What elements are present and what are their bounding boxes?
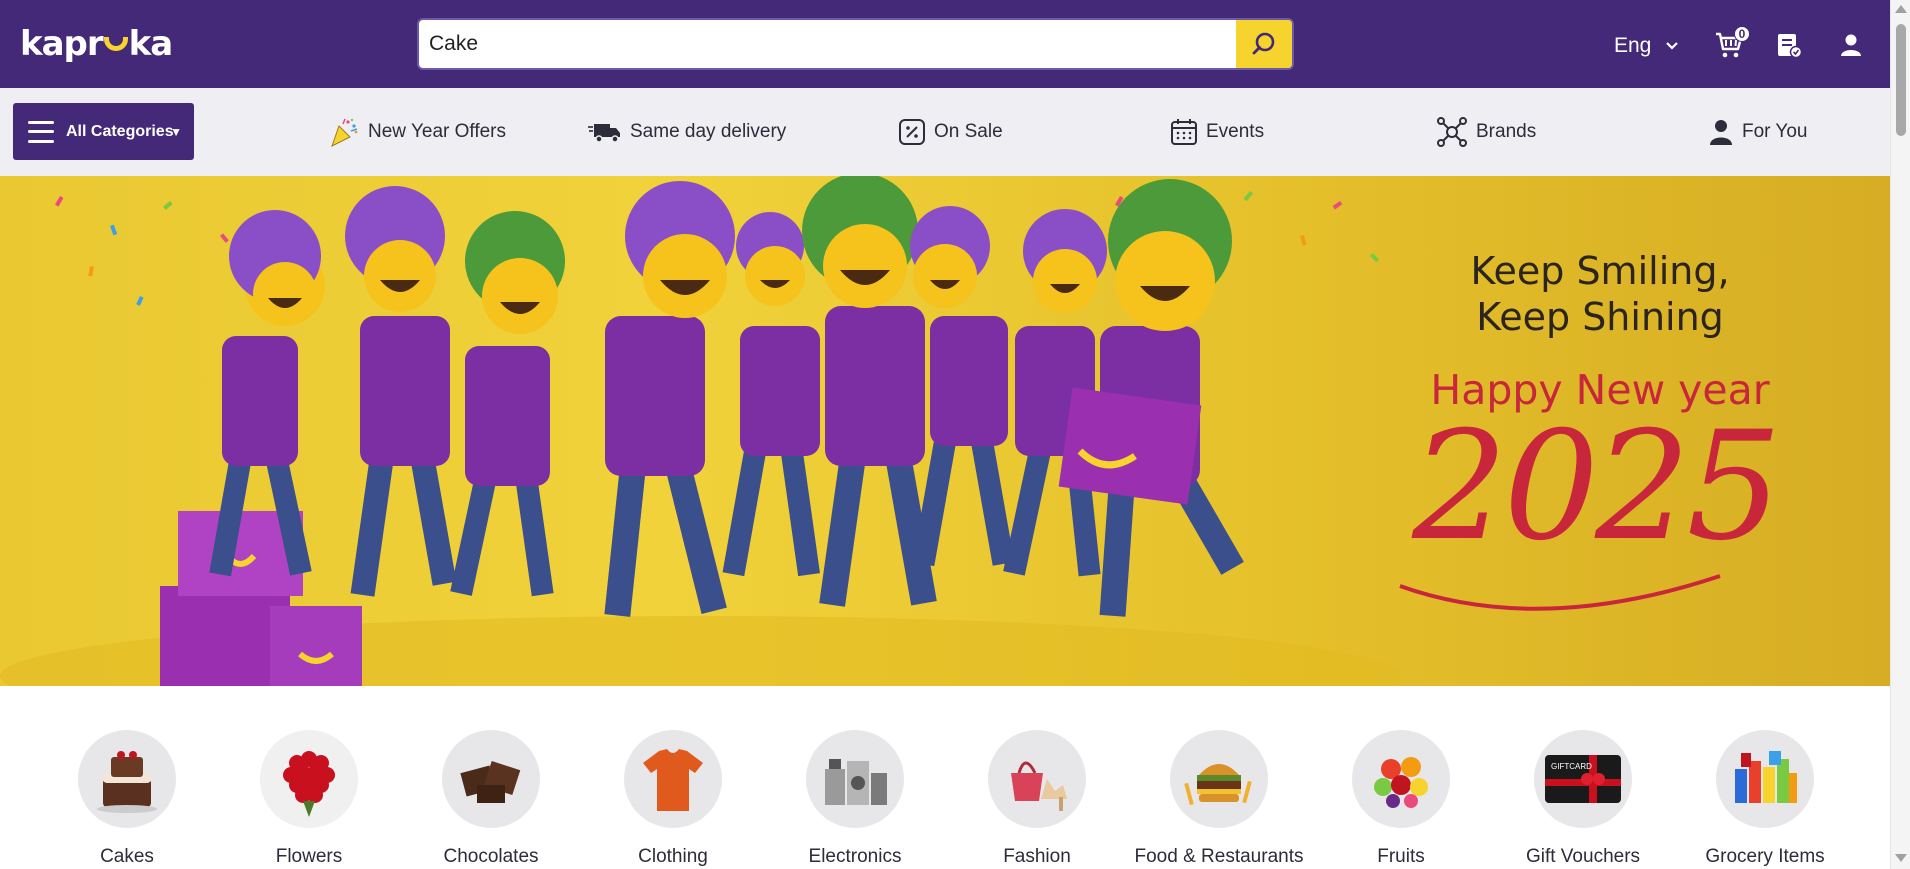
language-selector[interactable]: Eng: [1614, 34, 1679, 58]
account-button[interactable]: [1836, 30, 1866, 60]
category-electronics[interactable]: Electronics: [764, 730, 946, 869]
menu-icon: [28, 120, 54, 143]
category-label: Flowers: [275, 846, 343, 867]
appliances-icon: [806, 730, 904, 828]
cart-count-badge: 0: [1734, 26, 1750, 42]
caret-down-icon: ▼: [170, 125, 182, 139]
scroll-up-arrow-icon[interactable]: [1895, 5, 1907, 13]
nav-for-you[interactable]: For You: [1708, 116, 1808, 148]
top-header: kaprka Eng 0: [0, 0, 1890, 88]
nav-label: For You: [1742, 121, 1808, 142]
logo-smile-icon: [103, 37, 128, 51]
search-icon: [1252, 32, 1275, 55]
order-list-icon: [1778, 34, 1803, 59]
category-fashion[interactable]: Fashion: [946, 730, 1128, 869]
party-popper-icon: [331, 118, 358, 147]
network-icon: [1437, 117, 1467, 147]
gift-card-text: GIFTCARD: [1551, 762, 1592, 771]
nav-label: Brands: [1476, 121, 1537, 142]
calendar-icon: [1171, 119, 1197, 145]
page-scrollbar[interactable]: [1890, 0, 1910, 869]
nav-same-day-delivery[interactable]: Same day delivery: [588, 116, 786, 148]
category-label: Electronics: [808, 846, 902, 867]
banner-line-2: Keep Shining: [1476, 295, 1724, 339]
logo-text-right: ka: [128, 24, 174, 64]
cake-icon: [78, 730, 176, 828]
category-label: Cakes: [100, 846, 154, 867]
all-categories-label: All Categories: [66, 122, 174, 140]
logo-text-left: kapr: [20, 24, 104, 64]
scroll-down-arrow-icon[interactable]: [1895, 854, 1907, 862]
search-button[interactable]: [1236, 20, 1292, 68]
category-chocolates[interactable]: Chocolates: [400, 730, 582, 869]
all-categories-button[interactable]: All Categories ▼: [13, 103, 194, 160]
gift-card-icon: GIFTCARD: [1534, 730, 1632, 828]
category-food-restaurants[interactable]: Food & Restaurants: [1128, 730, 1310, 869]
page: kaprka Eng 0: [0, 0, 1890, 869]
rose-bouquet-icon: [260, 730, 358, 828]
category-fruits[interactable]: Fruits: [1310, 730, 1492, 869]
banner-headline: Keep Smiling, Keep Shining: [1430, 248, 1770, 340]
dancing-people: [209, 176, 1244, 617]
tshirt-icon: [624, 730, 722, 828]
category-strip: Cakes Flowers Chocolates Clothing Electr…: [0, 686, 1890, 869]
nav-brands[interactable]: Brands: [1436, 116, 1536, 148]
gift-boxes: [160, 511, 362, 686]
cart-button[interactable]: 0: [1714, 26, 1750, 60]
scrollbar-thumb[interactable]: [1896, 24, 1906, 136]
nav-label: Events: [1206, 121, 1265, 142]
category-label: Food & Restaurants: [1134, 846, 1304, 867]
kapruka-logo[interactable]: kapr ka: [20, 24, 174, 64]
category-label: Chocolates: [443, 846, 539, 867]
user-icon: [1841, 34, 1861, 56]
nav-label: On Sale: [934, 121, 1003, 142]
chocolate-icon: [442, 730, 540, 828]
person-icon: [1710, 120, 1732, 145]
nav-on-sale[interactable]: On Sale: [898, 116, 1003, 148]
search-input[interactable]: [429, 20, 1229, 68]
hero-banner[interactable]: Keep Smiling, Keep Shining Happy New yea…: [0, 176, 1890, 686]
nav-events[interactable]: Events: [1170, 116, 1264, 148]
burger-icon: [1170, 730, 1268, 828]
category-label: Gift Vouchers: [1525, 846, 1641, 867]
search-bar: [417, 18, 1294, 70]
handbag-icon: [988, 730, 1086, 828]
category-gift-vouchers[interactable]: GIFTCARD Gift Vouchers: [1492, 730, 1674, 869]
category-label: Fashion: [1003, 846, 1071, 867]
banner-line-1: Keep Smiling,: [1470, 249, 1730, 293]
category-label: Clothing: [638, 846, 708, 867]
category-flowers[interactable]: Flowers: [218, 730, 400, 869]
category-clothing[interactable]: Clothing: [582, 730, 764, 869]
nav-label: New Year Offers: [368, 121, 507, 142]
category-nav-bar: All Categories ▼ New Year Offers Same da…: [0, 88, 1890, 176]
language-label: Eng: [1614, 34, 1652, 57]
orders-button[interactable]: [1774, 30, 1804, 60]
category-label: Fruits: [1377, 846, 1425, 867]
fruit-basket-icon: [1352, 730, 1450, 828]
nav-label: Same day delivery: [630, 121, 787, 142]
category-label: Grocery Items: [1705, 846, 1825, 867]
percent-tag-icon: [899, 119, 925, 145]
category-grocery-items[interactable]: Grocery Items: [1674, 730, 1856, 869]
category-cakes[interactable]: Cakes: [36, 730, 218, 869]
nav-new-year-offers[interactable]: New Year Offers: [328, 116, 506, 148]
grocery-icon: [1716, 730, 1814, 828]
banner-year: 2025: [1412, 400, 1782, 574]
delivery-truck-icon: [588, 124, 620, 143]
banner-swash: [1399, 574, 1721, 611]
chevron-down-icon: [1666, 42, 1679, 50]
